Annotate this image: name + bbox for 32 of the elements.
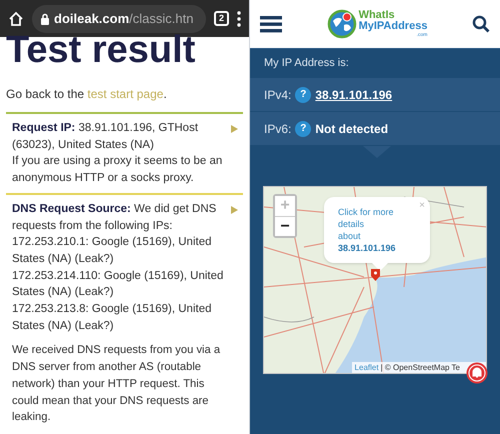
ip-value-link[interactable]: 38.91.101.196 (315, 86, 392, 104)
map-attribution: | © OpenStreetMap Te (380, 363, 460, 372)
result-text: 172.253.213.8: Google (15169), United States (NA) (Leak?) (12, 302, 212, 334)
ip-label: IPv6: (264, 120, 292, 138)
result-text: 172.253.214.110: Google (15169), United States (NA) (Leak?) (12, 268, 224, 300)
back-text: Go back to the test start page. (6, 86, 168, 103)
address-bar[interactable]: doileak.com/classic.htn (32, 4, 206, 32)
notification-bell-icon[interactable] (466, 362, 488, 384)
home-icon[interactable] (8, 10, 24, 26)
logo-text: MyIPAddress (358, 21, 428, 32)
help-button[interactable]: ? (295, 86, 312, 102)
leaflet-link[interactable]: Leaflet (354, 363, 379, 372)
result-note: We received DNS requests from you via a DNS server from another AS (routable network) than your HTTP request. This could mean that your DNS requests are leaking. (12, 343, 222, 426)
result-text: Request IP: 38.91.101.196, GTHost (63023), United States (NA) (12, 121, 200, 153)
ip-label: IPv4: (264, 86, 292, 104)
popup-link[interactable]: Click for more details about 38.91.101.196 (338, 206, 416, 254)
globe-logo-icon[interactable] (326, 9, 357, 39)
result-text: 172.253.210.1: Google (15169), United States (NA) (Leak?) (12, 235, 212, 267)
search-icon[interactable] (472, 15, 490, 33)
lock-icon (40, 12, 50, 24)
help-button[interactable]: ? (295, 120, 312, 136)
page-title: Test result (6, 35, 196, 71)
logo-text: WhatIs (358, 10, 396, 21)
menu-icon[interactable] (237, 10, 241, 26)
result-text: If you are using a proxy it seems to be an anonymous HTTP or a socks proxy. (12, 154, 224, 186)
result-text: DNS Request Source: We did get DNS requests from the following IPs: (12, 202, 218, 234)
menu-icon[interactable] (260, 15, 282, 33)
tab-count-button[interactable]: 2 (214, 11, 229, 26)
map-marker-icon[interactable] (371, 269, 380, 281)
ip-value: Not detected (315, 120, 388, 138)
zoom-button[interactable]: − (275, 216, 295, 236)
url-text: doileak.com/classic.htn (54, 10, 194, 28)
